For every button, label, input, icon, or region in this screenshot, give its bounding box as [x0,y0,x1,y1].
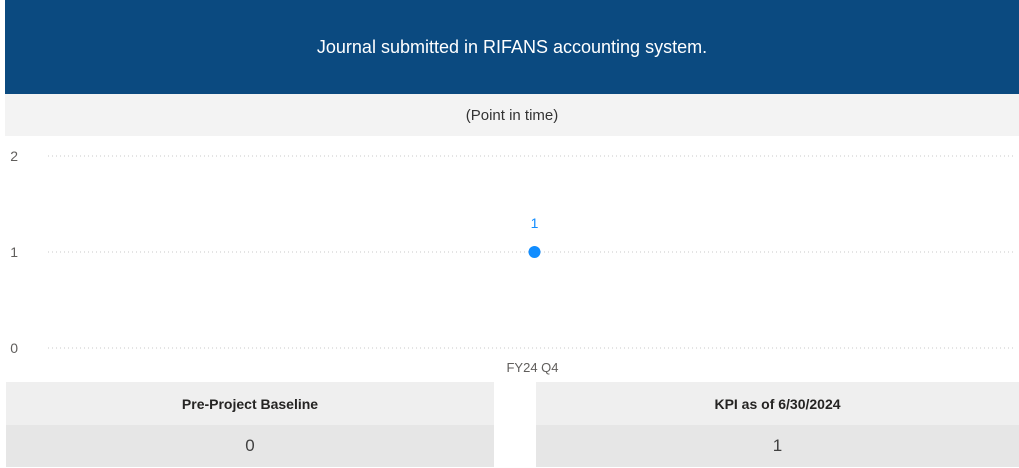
chart-title: Journal submitted in RIFANS accounting s… [316,36,708,57]
chart-subtitle-bar: (Point in time) [5,94,1019,136]
baseline-label: Pre-Project Baseline [6,382,494,425]
x-tick-label-0: FY24 Q4 [506,360,558,375]
data-label-0-0: 1 [531,215,539,231]
y-tick-label-2: 2 [10,148,18,164]
kpi-label: KPI as of 6/30/2024 [536,382,1019,425]
kpi-chart: 0 1 2 FY24 Q4 1 [10,148,1015,375]
y-tick-label-0: 0 [10,340,18,356]
kpi-value: 1 [536,425,1019,467]
baseline-value: 0 [6,425,494,467]
y-tick-label-1: 1 [10,244,18,260]
data-point-0-0 [528,246,541,258]
baseline-card: Pre-Project Baseline 0 [6,382,494,467]
kpi-card: KPI as of 6/30/2024 1 [536,382,1019,467]
chart-title-banner: Journal submitted in RIFANS accounting s… [5,0,1019,94]
chart-subtitle: (Point in time) [465,106,559,124]
